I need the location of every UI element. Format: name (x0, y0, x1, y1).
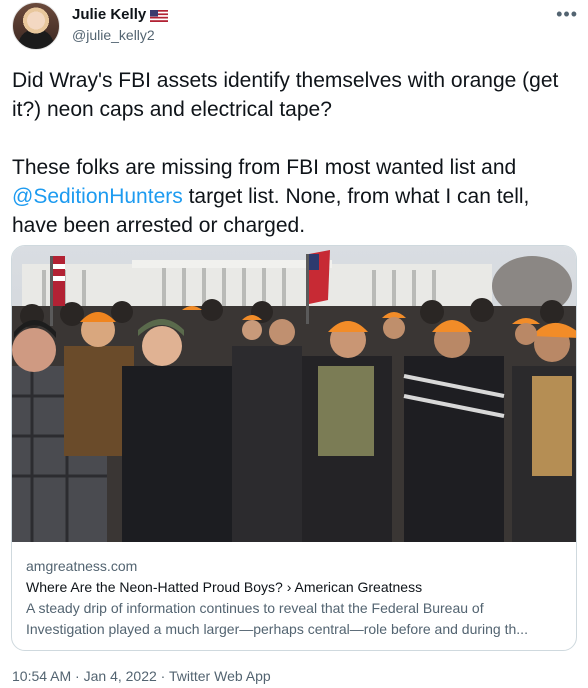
footer-separator: · (156, 668, 169, 684)
card-title: Where Are the Neon-Hatted Proud Boys? › … (26, 579, 423, 595)
avatar[interactable] (12, 2, 60, 50)
card-description: A steady drip of information continues t… (26, 600, 528, 637)
author-name-row[interactable]: Julie Kelly (72, 6, 169, 23)
tweet-text: Did Wray's FBI assets identify themselve… (12, 66, 572, 240)
tweet-time[interactable]: 10:54 AM (12, 668, 71, 684)
tweet-footer: 10:54 AM · Jan 4, 2022 · Twitter Web App (12, 668, 271, 684)
author-name[interactable]: Julie Kelly (72, 6, 146, 23)
footer-separator: · (71, 668, 84, 684)
mention-link[interactable]: @SeditionHunters (12, 185, 183, 208)
tweet: Julie Kelly @julie_kelly2 ••• Did Wray's… (0, 0, 588, 688)
card-image[interactable] (12, 246, 577, 542)
tweet-header: Julie Kelly @julie_kelly2 ••• (12, 2, 578, 50)
us-flag-icon (150, 9, 169, 22)
card-meta[interactable]: amgreatness.com Where Are the Neon-Hatte… (26, 556, 566, 640)
more-options-icon[interactable]: ••• (556, 4, 578, 25)
card-domain: amgreatness.com (26, 558, 138, 574)
tweet-source[interactable]: Twitter Web App (169, 668, 271, 684)
tweet-text-segment: These folks are missing from FBI most wa… (12, 156, 517, 179)
tweet-paragraph-2: These folks are missing from FBI most wa… (12, 153, 572, 240)
link-card[interactable]: amgreatness.com Where Are the Neon-Hatte… (11, 245, 577, 651)
tweet-date[interactable]: Jan 4, 2022 (84, 668, 157, 684)
tweet-paragraph-1: Did Wray's FBI assets identify themselve… (12, 69, 559, 121)
author-handle[interactable]: @julie_kelly2 (72, 27, 155, 43)
